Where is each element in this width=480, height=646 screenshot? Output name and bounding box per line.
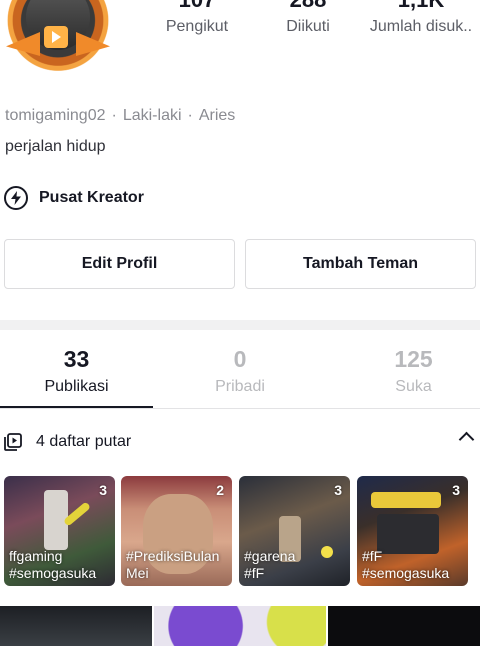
playlist-title: #PrediksiBulan Mei [126, 548, 220, 581]
video-thumbnail[interactable] [154, 606, 326, 646]
tabs-divider [0, 408, 480, 409]
likes-label: Jumlah disuk.. [369, 18, 473, 35]
tab-suka[interactable]: 125 Suka [337, 346, 480, 396]
creator-center-link[interactable]: Pusat Kreator [4, 185, 144, 211]
video-thumbnail[interactable] [328, 606, 480, 646]
zodiac: Aries [198, 107, 236, 124]
likes-count: 1,1K [362, 0, 480, 12]
playlist-card[interactable]: 2 #PrediksiBulan Mei [121, 476, 232, 586]
playlist-title: #garena #fF [244, 548, 296, 581]
playlist-video-count: 2 [216, 482, 224, 498]
tab-publikasi[interactable]: 33 Publikasi [0, 346, 153, 396]
following-label: Diikuti [286, 18, 330, 35]
followers-label: Pengikut [165, 18, 229, 35]
profile-meta: tomigaming02 · Laki-laki · Aries [5, 107, 235, 125]
playlist-card[interactable]: 3 #fF #semogasuka [357, 476, 468, 586]
playlist-header[interactable]: 4 daftar putar [4, 430, 476, 454]
followers-stat[interactable]: 107 Pengikut [154, 0, 240, 36]
tab-label: Suka [395, 378, 432, 395]
following-count: 288 [276, 0, 340, 12]
section-divider [0, 320, 480, 330]
playlist-video-count: 3 [334, 482, 342, 498]
separator-dot: · [111, 107, 117, 124]
play-icon [52, 31, 61, 43]
gender: Laki-laki [122, 107, 182, 124]
lightning-bolt-icon [4, 186, 28, 210]
avatar[interactable] [0, 0, 118, 88]
add-friend-button[interactable]: Tambah Teman [245, 239, 476, 289]
followers-count: 107 [154, 0, 240, 12]
tab-count: 125 [394, 346, 433, 372]
creator-center-label: Pusat Kreator [39, 189, 144, 206]
chevron-up-icon[interactable] [458, 431, 475, 448]
tab-count: 33 [63, 346, 90, 372]
thumbnail-banner [371, 492, 441, 508]
tab-pribadi[interactable]: 0 Pribadi [163, 346, 317, 396]
playlist-title: ffgaming #semogasuka [9, 548, 97, 581]
likes-stat[interactable]: 1,1K Jumlah disuk.. [362, 0, 480, 36]
separator-dot: · [187, 107, 193, 124]
playlist-card[interactable]: 3 ffgaming #semogasuka [4, 476, 115, 586]
playlist-title: #fF #semogasuka [362, 548, 450, 581]
tab-label: Pribadi [215, 378, 265, 395]
playlist-video-count: 3 [452, 482, 460, 498]
bio-text: perjalan hidup [5, 138, 106, 155]
tab-count: 0 [233, 346, 247, 372]
playlist-count-label: 4 daftar putar [36, 433, 132, 450]
username: tomigaming02 [5, 107, 106, 124]
playlist-card[interactable]: 3 #garena #fF [239, 476, 350, 586]
edit-profile-button[interactable]: Edit Profil [4, 239, 235, 289]
tab-label: Publikasi [44, 378, 109, 395]
playlist-icon [4, 433, 22, 451]
playlist-video-count: 3 [99, 482, 107, 498]
following-stat[interactable]: 288 Diikuti [276, 0, 340, 36]
video-thumbnail[interactable] [0, 606, 152, 646]
